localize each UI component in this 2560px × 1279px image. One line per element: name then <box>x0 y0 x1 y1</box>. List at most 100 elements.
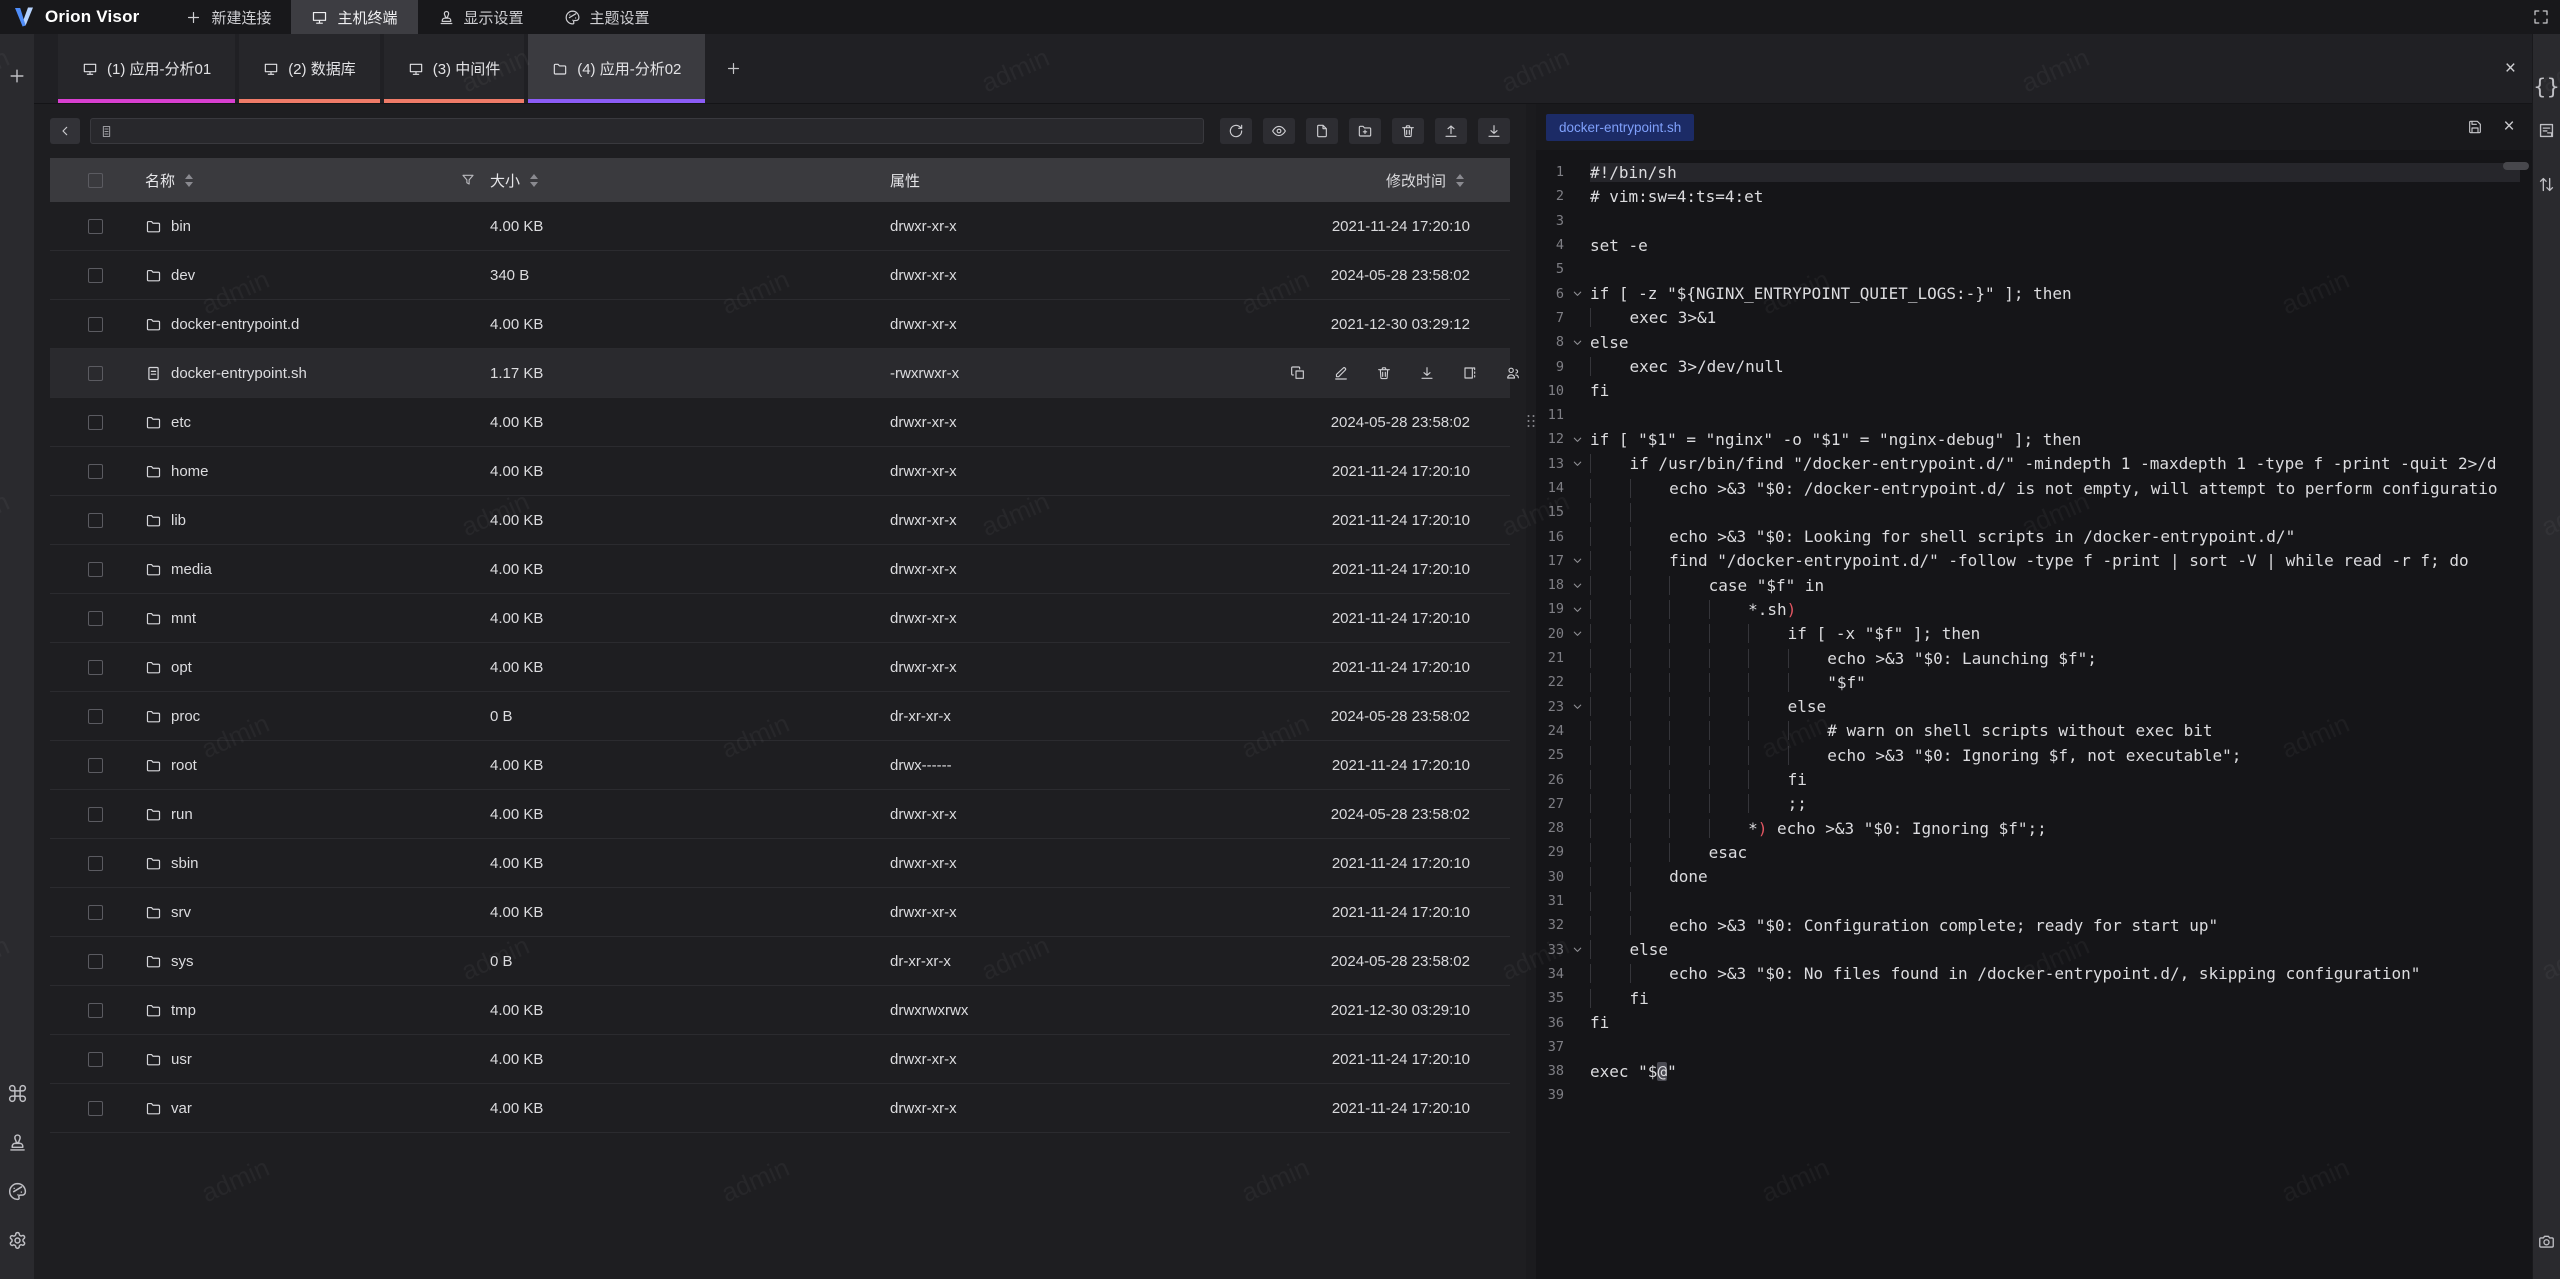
row-checkbox[interactable] <box>88 513 103 528</box>
file-row-mnt[interactable]: mnt4.00 KBdrwxr-xr-x2021-11-24 17:20:10 <box>50 594 1510 643</box>
row-checkbox[interactable] <box>88 464 103 479</box>
terminal-tab-1[interactable]: (1) 应用-分析01 <box>58 34 235 103</box>
file-row-etc[interactable]: etc4.00 KBdrwxr-xr-x2024-05-28 23:58:02 <box>50 398 1510 447</box>
terminal-tab-3[interactable]: (3) 中间件 <box>384 34 525 103</box>
fold-arrow-icon[interactable] <box>1564 604 1590 615</box>
row-checkbox[interactable] <box>88 268 103 283</box>
row-checkbox[interactable] <box>88 660 103 675</box>
close-panel-button[interactable]: × <box>2505 34 2532 103</box>
rail-button-file-manager[interactable] <box>2537 121 2556 140</box>
select-all-checkbox[interactable] <box>88 173 103 188</box>
row-checkbox[interactable] <box>88 1101 103 1116</box>
file-row-srv[interactable]: srv4.00 KBdrwxr-xr-x2021-11-24 17:20:10 <box>50 888 1510 937</box>
toolbar-delete-button[interactable] <box>1392 118 1424 144</box>
path-input[interactable] <box>90 118 1204 144</box>
nav-item-3[interactable]: 主题设置 <box>544 0 670 34</box>
file-row-media[interactable]: media4.00 KBdrwxr-xr-x2021-11-24 17:20:1… <box>50 545 1510 594</box>
file-row-opt[interactable]: opt4.00 KBdrwxr-xr-x2021-11-24 17:20:10 <box>50 643 1510 692</box>
code-editor[interactable]: 1#!/bin/sh2# vim:sw=4:ts=4:et34set -e56i… <box>1536 150 2532 1279</box>
row-action-edit[interactable] <box>1333 365 1349 381</box>
rail-button-display-settings[interactable] <box>7 1132 28 1153</box>
filter-button[interactable] <box>460 172 476 188</box>
row-action-move[interactable] <box>1462 365 1478 381</box>
rail-button-shortcuts[interactable] <box>7 1083 28 1104</box>
save-button[interactable] <box>2462 114 2488 140</box>
line-number: 27 <box>1536 796 1564 812</box>
rail-button-snippets[interactable]: {} <box>2533 77 2560 98</box>
row-checkbox[interactable] <box>88 317 103 332</box>
new-tab-button[interactable] <box>725 34 742 103</box>
editor-close-button[interactable]: × <box>2496 114 2522 140</box>
row-action-copy[interactable] <box>1290 365 1306 381</box>
nav-item-2[interactable]: 显示设置 <box>418 0 544 34</box>
row-checkbox[interactable] <box>88 611 103 626</box>
fold-arrow-icon[interactable] <box>1564 701 1590 712</box>
file-row-usr[interactable]: usr4.00 KBdrwxr-xr-x2021-11-24 17:20:10 <box>50 1035 1510 1084</box>
sort-carets-icon[interactable] <box>185 174 193 187</box>
fold-arrow-icon[interactable] <box>1564 944 1590 955</box>
fold-arrow-icon[interactable] <box>1564 458 1590 469</box>
row-checkbox[interactable] <box>88 905 103 920</box>
row-checkbox[interactable] <box>88 709 103 724</box>
file-row-docker-entrypoint.sh[interactable]: docker-entrypoint.sh1.17 KB-rwxrwxr-x <box>50 349 1510 398</box>
file-row-var[interactable]: var4.00 KBdrwxr-xr-x2021-11-24 17:20:10 <box>50 1084 1510 1133</box>
open-file-tag[interactable]: docker-entrypoint.sh <box>1546 114 1694 141</box>
row-checkbox[interactable] <box>88 856 103 871</box>
row-checkbox[interactable] <box>88 758 103 773</box>
rail-button-transfer-list[interactable] <box>2537 175 2556 194</box>
file-row-lib[interactable]: lib4.00 KBdrwxr-xr-x2021-11-24 17:20:10 <box>50 496 1510 545</box>
rail-button-settings[interactable] <box>7 1230 28 1251</box>
fullscreen-button[interactable] <box>2532 0 2560 34</box>
file-row-home[interactable]: home4.00 KBdrwxr-xr-x2021-11-24 17:20:10 <box>50 447 1510 496</box>
rail-button-new-tab[interactable] <box>7 66 27 86</box>
terminal-tab-2[interactable]: (2) 数据库 <box>239 34 380 103</box>
fold-arrow-icon[interactable] <box>1564 580 1590 591</box>
row-checkbox[interactable] <box>88 807 103 822</box>
nav-item-0[interactable]: 新建连接 <box>165 0 291 34</box>
fold-arrow-icon[interactable] <box>1564 555 1590 566</box>
right-rail-bottom <box>2537 1232 2556 1251</box>
fold-arrow-icon[interactable] <box>1564 337 1590 348</box>
file-row-run[interactable]: run4.00 KBdrwxr-xr-x2024-05-28 23:58:02 <box>50 790 1510 839</box>
file-row-dev[interactable]: dev340 Bdrwxr-xr-x2024-05-28 23:58:02 <box>50 251 1510 300</box>
file-table: 名称大小属性修改时间 bin4.00 KBdrwxr-xr-x2021-11-2… <box>50 158 1510 1133</box>
toolbar-download-button[interactable] <box>1478 118 1510 144</box>
terminal-tab-4[interactable]: (4) 应用-分析02 <box>528 34 705 103</box>
panel-splitter[interactable] <box>1526 104 1536 1279</box>
row-checkbox[interactable] <box>88 219 103 234</box>
row-action-permissions[interactable] <box>1505 365 1521 381</box>
file-row-sys[interactable]: sys0 Bdr-xr-xr-x2024-05-28 23:58:02 <box>50 937 1510 986</box>
toolbar-new-file-button[interactable] <box>1306 118 1338 144</box>
row-checkbox[interactable] <box>88 1003 103 1018</box>
rail-button-screenshot[interactable] <box>2537 1232 2556 1251</box>
file-row-tmp[interactable]: tmp4.00 KBdrwxrwxrwx2021-12-30 03:29:10 <box>50 986 1510 1035</box>
row-action-download[interactable] <box>1419 365 1435 381</box>
sort-carets-icon[interactable] <box>1456 174 1464 187</box>
row-checkbox[interactable] <box>88 1052 103 1067</box>
sort-carets-icon[interactable] <box>530 174 538 187</box>
splitter-grip-icon[interactable] <box>1528 415 1535 427</box>
toolbar-refresh-button[interactable] <box>1220 118 1252 144</box>
back-button[interactable] <box>50 118 80 144</box>
fold-arrow-icon[interactable] <box>1564 288 1590 299</box>
row-checkbox[interactable] <box>88 562 103 577</box>
file-row-sbin[interactable]: sbin4.00 KBdrwxr-xr-x2021-11-24 17:20:10 <box>50 839 1510 888</box>
toolbar-upload-button[interactable] <box>1435 118 1467 144</box>
fold-arrow-icon[interactable] <box>1564 434 1590 445</box>
editor-scrollbar-thumb[interactable] <box>2503 162 2529 170</box>
fold-arrow-icon[interactable] <box>1564 628 1590 639</box>
file-row-docker-entrypoint.d[interactable]: docker-entrypoint.d4.00 KBdrwxr-xr-x2021… <box>50 300 1510 349</box>
file-row-bin[interactable]: bin4.00 KBdrwxr-xr-x2021-11-24 17:20:10 <box>50 202 1510 251</box>
tab-label: (1) 应用-分析01 <box>107 58 211 79</box>
toolbar-new-folder-button[interactable] <box>1349 118 1381 144</box>
file-row-proc[interactable]: proc0 Bdr-xr-xr-x2024-05-28 23:58:02 <box>50 692 1510 741</box>
row-action-delete[interactable] <box>1376 365 1392 381</box>
nav-item-1[interactable]: 主机终端 <box>291 0 417 34</box>
row-checkbox[interactable] <box>88 415 103 430</box>
row-checkbox[interactable] <box>88 954 103 969</box>
rail-button-theme-settings[interactable] <box>7 1181 28 1202</box>
line-number: 19 <box>1536 601 1564 617</box>
row-checkbox[interactable] <box>88 366 103 381</box>
file-row-root[interactable]: root4.00 KBdrwx------2021-11-24 17:20:10 <box>50 741 1510 790</box>
toolbar-preview-button[interactable] <box>1263 118 1295 144</box>
